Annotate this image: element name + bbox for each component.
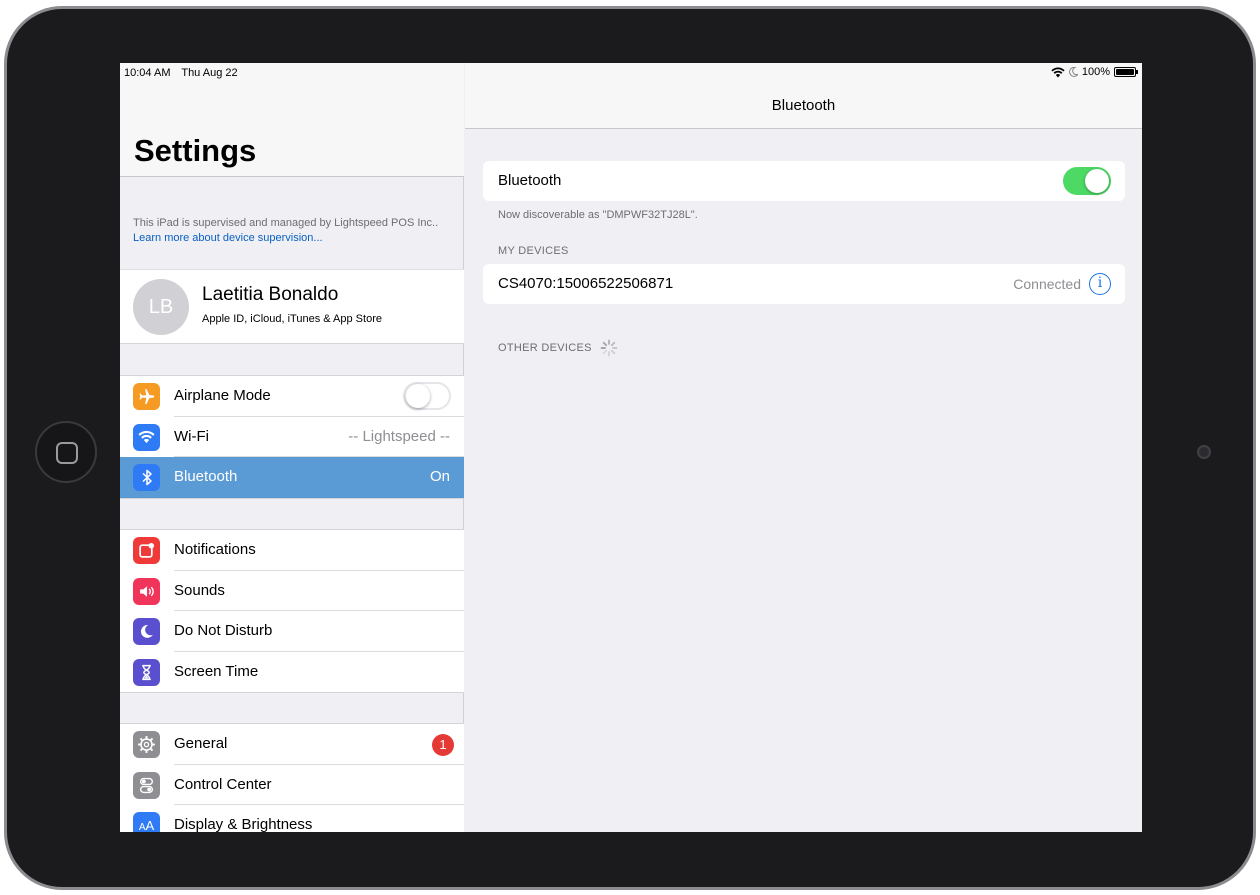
supervision-notice: This iPad is supervised and managed by L… bbox=[133, 216, 458, 246]
wifi-label: Wi-Fi bbox=[174, 427, 209, 445]
general-group: General 1 Control Center AA Display & Br… bbox=[120, 723, 464, 832]
screen: 10:04 AM Thu Aug 22 100% Settings This i… bbox=[120, 63, 1142, 832]
settings-sidebar: Settings This iPad is supervised and man… bbox=[120, 63, 464, 832]
detail-title: Bluetooth bbox=[771, 97, 836, 114]
sidebar-item-wifi[interactable]: Wi-Fi -- Lightspeed -- bbox=[120, 417, 464, 457]
hourglass-icon bbox=[133, 658, 160, 686]
notifications-label: Notifications bbox=[174, 541, 256, 558]
wifi-icon bbox=[133, 423, 160, 451]
discoverable-text: Now discoverable as "DMPWF32TJ28L". bbox=[498, 209, 698, 221]
wifi-value: -- Lightspeed -- bbox=[348, 427, 450, 445]
bluetooth-icon bbox=[133, 464, 160, 491]
sidebar-item-display-brightness[interactable]: AA Display & Brightness bbox=[120, 805, 464, 832]
avatar: LB bbox=[133, 279, 189, 335]
sounds-label: Sounds bbox=[174, 581, 225, 599]
profile-subtitle: Apple ID, iCloud, iTunes & App Store bbox=[202, 313, 382, 325]
gear-icon bbox=[133, 731, 160, 758]
sidebar-item-bluetooth[interactable]: Bluetooth On bbox=[120, 457, 464, 498]
status-date: Thu Aug 22 bbox=[181, 67, 238, 79]
connectivity-group: Airplane Mode Wi-Fi -- Lightspeed -- Blu… bbox=[120, 375, 464, 499]
display-brightness-label: Display & Brightness bbox=[174, 816, 313, 832]
apple-id-profile[interactable]: LB Laetitia Bonaldo Apple ID, iCloud, iT… bbox=[120, 269, 464, 344]
text-size-icon: AA bbox=[133, 812, 160, 832]
page-title: Settings bbox=[134, 133, 257, 168]
moon-status-icon bbox=[1068, 67, 1078, 77]
control-center-label: Control Center bbox=[174, 775, 272, 793]
notifications-icon bbox=[133, 537, 160, 564]
bluetooth-label: Bluetooth bbox=[174, 468, 238, 485]
my-devices-header: MY DEVICES bbox=[498, 245, 569, 257]
do-not-disturb-label: Do Not Disturb bbox=[174, 622, 273, 639]
home-button[interactable] bbox=[35, 421, 97, 483]
status-bar: 10:04 AM Thu Aug 22 100% bbox=[120, 63, 1142, 83]
airplane-icon bbox=[133, 383, 160, 410]
sidebar-item-sounds[interactable]: Sounds bbox=[120, 571, 464, 611]
sounds-icon bbox=[133, 577, 160, 605]
supervision-text: This iPad is supervised and managed by L… bbox=[133, 217, 439, 229]
sidebar-item-control-center[interactable]: Control Center bbox=[120, 765, 464, 805]
supervision-link[interactable]: Learn more about device supervision... bbox=[133, 232, 323, 244]
other-devices-header: OTHER DEVICES bbox=[498, 342, 592, 354]
switches-icon bbox=[133, 771, 160, 799]
sidebar-item-general[interactable]: General 1 bbox=[120, 724, 464, 765]
device-name: CS4070:15006522506871 bbox=[498, 275, 674, 292]
moon-icon bbox=[133, 618, 160, 645]
general-badge: 1 bbox=[432, 734, 454, 756]
bluetooth-toggle-label: Bluetooth bbox=[498, 172, 562, 189]
home-square-icon bbox=[56, 442, 78, 464]
wifi-status-icon bbox=[1051, 66, 1065, 77]
bluetooth-value: On bbox=[429, 468, 450, 485]
sidebar-item-notifications[interactable]: Notifications bbox=[120, 530, 464, 571]
status-time: 10:04 AM bbox=[124, 67, 171, 79]
info-icon[interactable]: i bbox=[1089, 273, 1111, 295]
bluetooth-detail: Bluetooth Bluetooth Now discoverable as … bbox=[465, 63, 1142, 832]
device-row[interactable]: CS4070:15006522506871 Connected i bbox=[483, 264, 1125, 304]
camera bbox=[1197, 445, 1211, 459]
screen-time-label: Screen Time bbox=[174, 662, 259, 680]
loading-spinner-icon bbox=[600, 339, 618, 357]
bluetooth-toggle-row: Bluetooth bbox=[483, 161, 1125, 201]
sidebar-item-do-not-disturb[interactable]: Do Not Disturb bbox=[120, 611, 464, 652]
battery-percent: 100% bbox=[1081, 66, 1110, 78]
device-status: Connected bbox=[1013, 276, 1081, 292]
profile-name: Laetitia Bonaldo bbox=[202, 284, 339, 305]
sidebar-item-screen-time[interactable]: Screen Time bbox=[120, 652, 464, 693]
notifications-group: Notifications Sounds Do Not Disturb Scre… bbox=[120, 529, 464, 693]
sidebar-item-airplane-mode[interactable]: Airplane Mode bbox=[120, 376, 464, 417]
airplane-mode-toggle[interactable] bbox=[403, 382, 451, 410]
bluetooth-toggle[interactable] bbox=[1063, 167, 1111, 195]
airplane-mode-label: Airplane Mode bbox=[174, 387, 271, 404]
general-label: General bbox=[174, 735, 228, 752]
battery-icon bbox=[1114, 67, 1138, 77]
